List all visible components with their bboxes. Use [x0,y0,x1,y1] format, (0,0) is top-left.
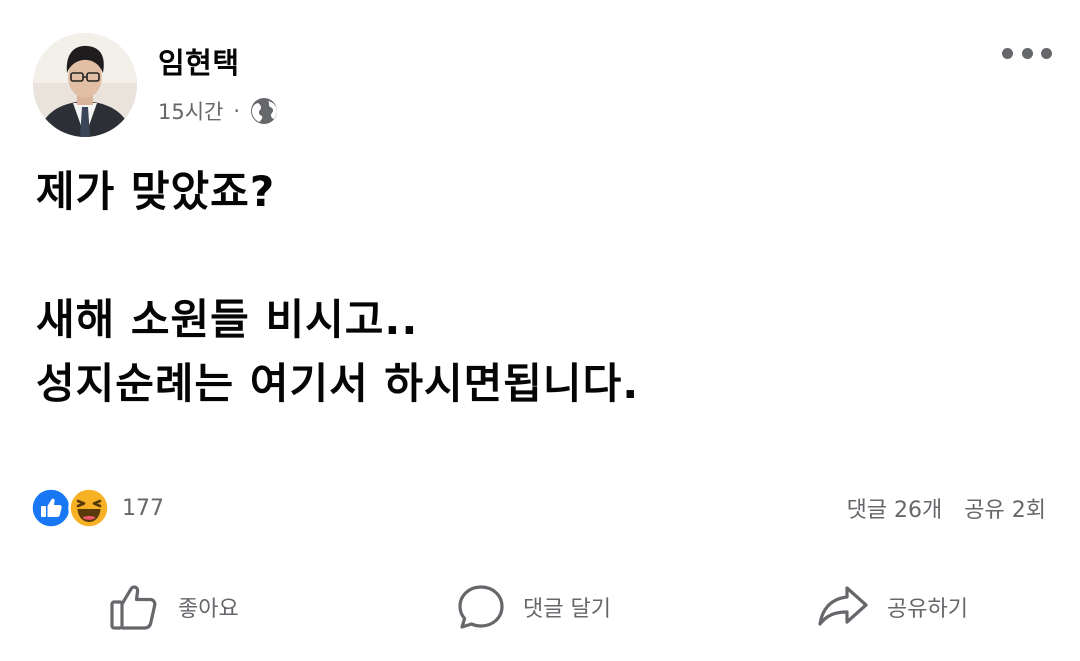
share-button[interactable]: 공유하기 [815,572,968,642]
post-line-3: 성지순례는 여기서 하시면됩니다. [36,359,640,408]
comment-bubble-icon [458,585,504,629]
haha-reaction-icon [68,487,110,529]
thumbs-up-icon [110,585,157,630]
post-text: 제가 맞았죠? 새해 소원들 비시고.. 성지순례는 여기서 하시면됩니다. [36,160,1046,416]
profile-photo [33,33,137,137]
share-arrow-icon [818,586,868,626]
reaction-count: 177 [122,495,164,521]
reactions-summary[interactable]: 177 [30,487,164,529]
globe-icon [251,98,278,124]
author-name[interactable]: 임현택 [158,40,240,82]
meta-separator: · [233,99,241,123]
like-label: 좋아요 [178,597,239,622]
like-reaction-icon [30,487,72,529]
post-meta: 15시간 · [158,95,279,127]
action-bar: 좋아요 댓글 달기 공유하기 [0,572,1080,642]
engagement-stats: 댓글 26개 공유 2회 [847,492,1046,524]
share-count[interactable]: 공유 2회 [964,492,1046,524]
facebook-post: 임현택 15시간 · 제가 맞았죠? 새해 소원들 비시고.. 성지순례는 여기… [0,0,1080,661]
comment-button[interactable]: 댓글 달기 [455,572,611,642]
more-horizontal-icon [1002,47,1013,59]
avatar[interactable] [33,33,137,137]
more-options-button[interactable] [1002,42,1052,64]
post-line-1: 제가 맞았죠? [36,167,276,216]
like-button[interactable]: 좋아요 [108,572,239,642]
comment-label: 댓글 달기 [523,597,611,622]
comment-count[interactable]: 댓글 26개 [847,492,943,524]
post-time[interactable]: 15시간 [158,96,223,126]
share-label: 공유하기 [887,597,968,622]
post-line-2: 새해 소원들 비시고.. [36,295,419,344]
